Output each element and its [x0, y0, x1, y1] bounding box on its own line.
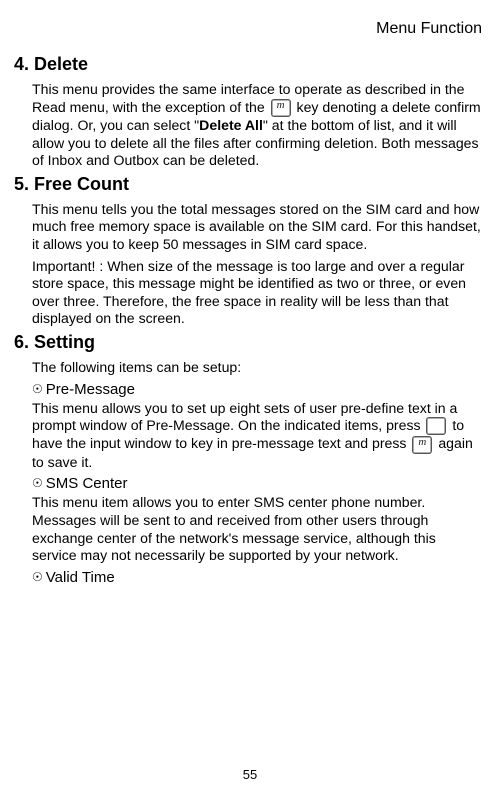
page-number: 55 — [0, 767, 500, 782]
premessage-label: Pre-Message — [46, 381, 135, 398]
page-container: Menu Function 4. Delete This menu provid… — [0, 0, 500, 796]
smscenter-label: SMS Center — [46, 475, 128, 492]
section-delete-heading: 4. Delete — [14, 54, 486, 75]
bullet-icon: ☉ — [32, 477, 43, 489]
premessage-text-a: This menu allows you to set up eight set… — [32, 400, 457, 434]
validtime-heading: ☉Valid Time — [14, 569, 486, 586]
section-delete-body: This menu provides the same interface to… — [14, 81, 486, 170]
smscenter-body: This menu item allows you to enter SMS c… — [14, 494, 486, 564]
section-freecount-body2: Important! : When size of the message is… — [14, 258, 486, 328]
header-title: Menu Function — [376, 20, 482, 37]
premessage-heading: ☉Pre-Message — [14, 381, 486, 398]
delete-all-bold: Delete All — [199, 117, 263, 133]
bullet-icon: ☉ — [32, 571, 43, 583]
page-header: Menu Function — [14, 20, 486, 38]
blank-key-icon — [426, 417, 446, 435]
section-freecount-heading: 5. Free Count — [14, 174, 486, 195]
setting-intro: The following items can be setup: — [14, 359, 486, 377]
section-setting-heading: 6. Setting — [14, 332, 486, 353]
validtime-label: Valid Time — [46, 569, 115, 586]
premessage-body: This menu allows you to set up eight set… — [14, 400, 486, 472]
bullet-icon: ☉ — [32, 383, 43, 395]
section-freecount-body1: This menu tells you the total messages s… — [14, 201, 486, 254]
m-key-icon — [271, 99, 291, 117]
m-key-icon — [412, 436, 432, 454]
smscenter-heading: ☉SMS Center — [14, 475, 486, 492]
